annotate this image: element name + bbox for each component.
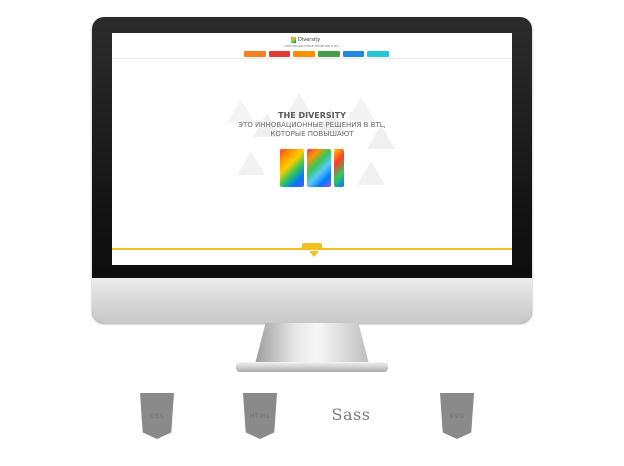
hero-subtitle-line2: КОТОРЫЕ ПОВЫШАЮТ <box>270 130 354 138</box>
svg-icon: SVG <box>437 393 477 445</box>
monitor-base <box>236 362 388 372</box>
nav-tab-5[interactable] <box>342 51 365 57</box>
logo-mark-icon <box>291 37 296 43</box>
hero-subtitle-line1: ЭТО ИННОВАЦИОННЫЕ РЕШЕНИЯ В BTL, <box>238 121 386 129</box>
svg-label: SVG <box>449 413 465 420</box>
logo-text: Diversity <box>298 37 321 43</box>
hero-subtitle: ЭТО ИННОВАЦИОННЫЕ РЕШЕНИЯ В BTL, КОТОРЫЕ… <box>207 121 417 139</box>
nav-tab-3[interactable] <box>293 51 316 57</box>
top-navigation <box>244 51 390 57</box>
css3-label: CSS <box>149 413 165 420</box>
monitor-chin <box>92 278 532 323</box>
hero-section: THE DIVERSITY ЭТО ИННОВАЦИОННЫЕ РЕШЕНИЯ … <box>207 91 417 211</box>
site-tagline: ИННОВАЦИОННЫЕ РЕШЕНИЯ В BTL <box>284 44 340 48</box>
background-triangle <box>237 151 265 175</box>
header-divider <box>112 58 512 59</box>
nav-tab-4[interactable] <box>318 51 340 57</box>
scroll-down-arrow-icon <box>309 251 319 257</box>
html5-label: HTML <box>249 413 271 420</box>
roi-letter-r <box>280 149 304 187</box>
sass-icon: Sass <box>331 393 371 445</box>
scroll-down-button[interactable] <box>302 243 322 250</box>
css3-icon: CSS <box>137 393 177 445</box>
html5-icon: HTML <box>240 393 280 445</box>
hero-title: THE DIVERSITY <box>278 111 346 120</box>
website-screen: Diversity ИННОВАЦИОННЫЕ РЕШЕНИЯ В BTL TH… <box>112 33 512 265</box>
background-triangle <box>357 161 385 185</box>
roi-letter-o <box>307 149 331 187</box>
roi-wordmark <box>267 149 357 187</box>
nav-tab-1[interactable] <box>244 51 266 57</box>
roi-letter-i <box>334 149 344 187</box>
nav-tab-2[interactable] <box>268 51 291 57</box>
nav-tab-6[interactable] <box>367 51 390 57</box>
tech-icons-row: CSS HTML Sass SVG <box>0 393 624 453</box>
site-logo[interactable]: Diversity <box>291 37 326 43</box>
sass-label: Sass <box>331 405 371 424</box>
